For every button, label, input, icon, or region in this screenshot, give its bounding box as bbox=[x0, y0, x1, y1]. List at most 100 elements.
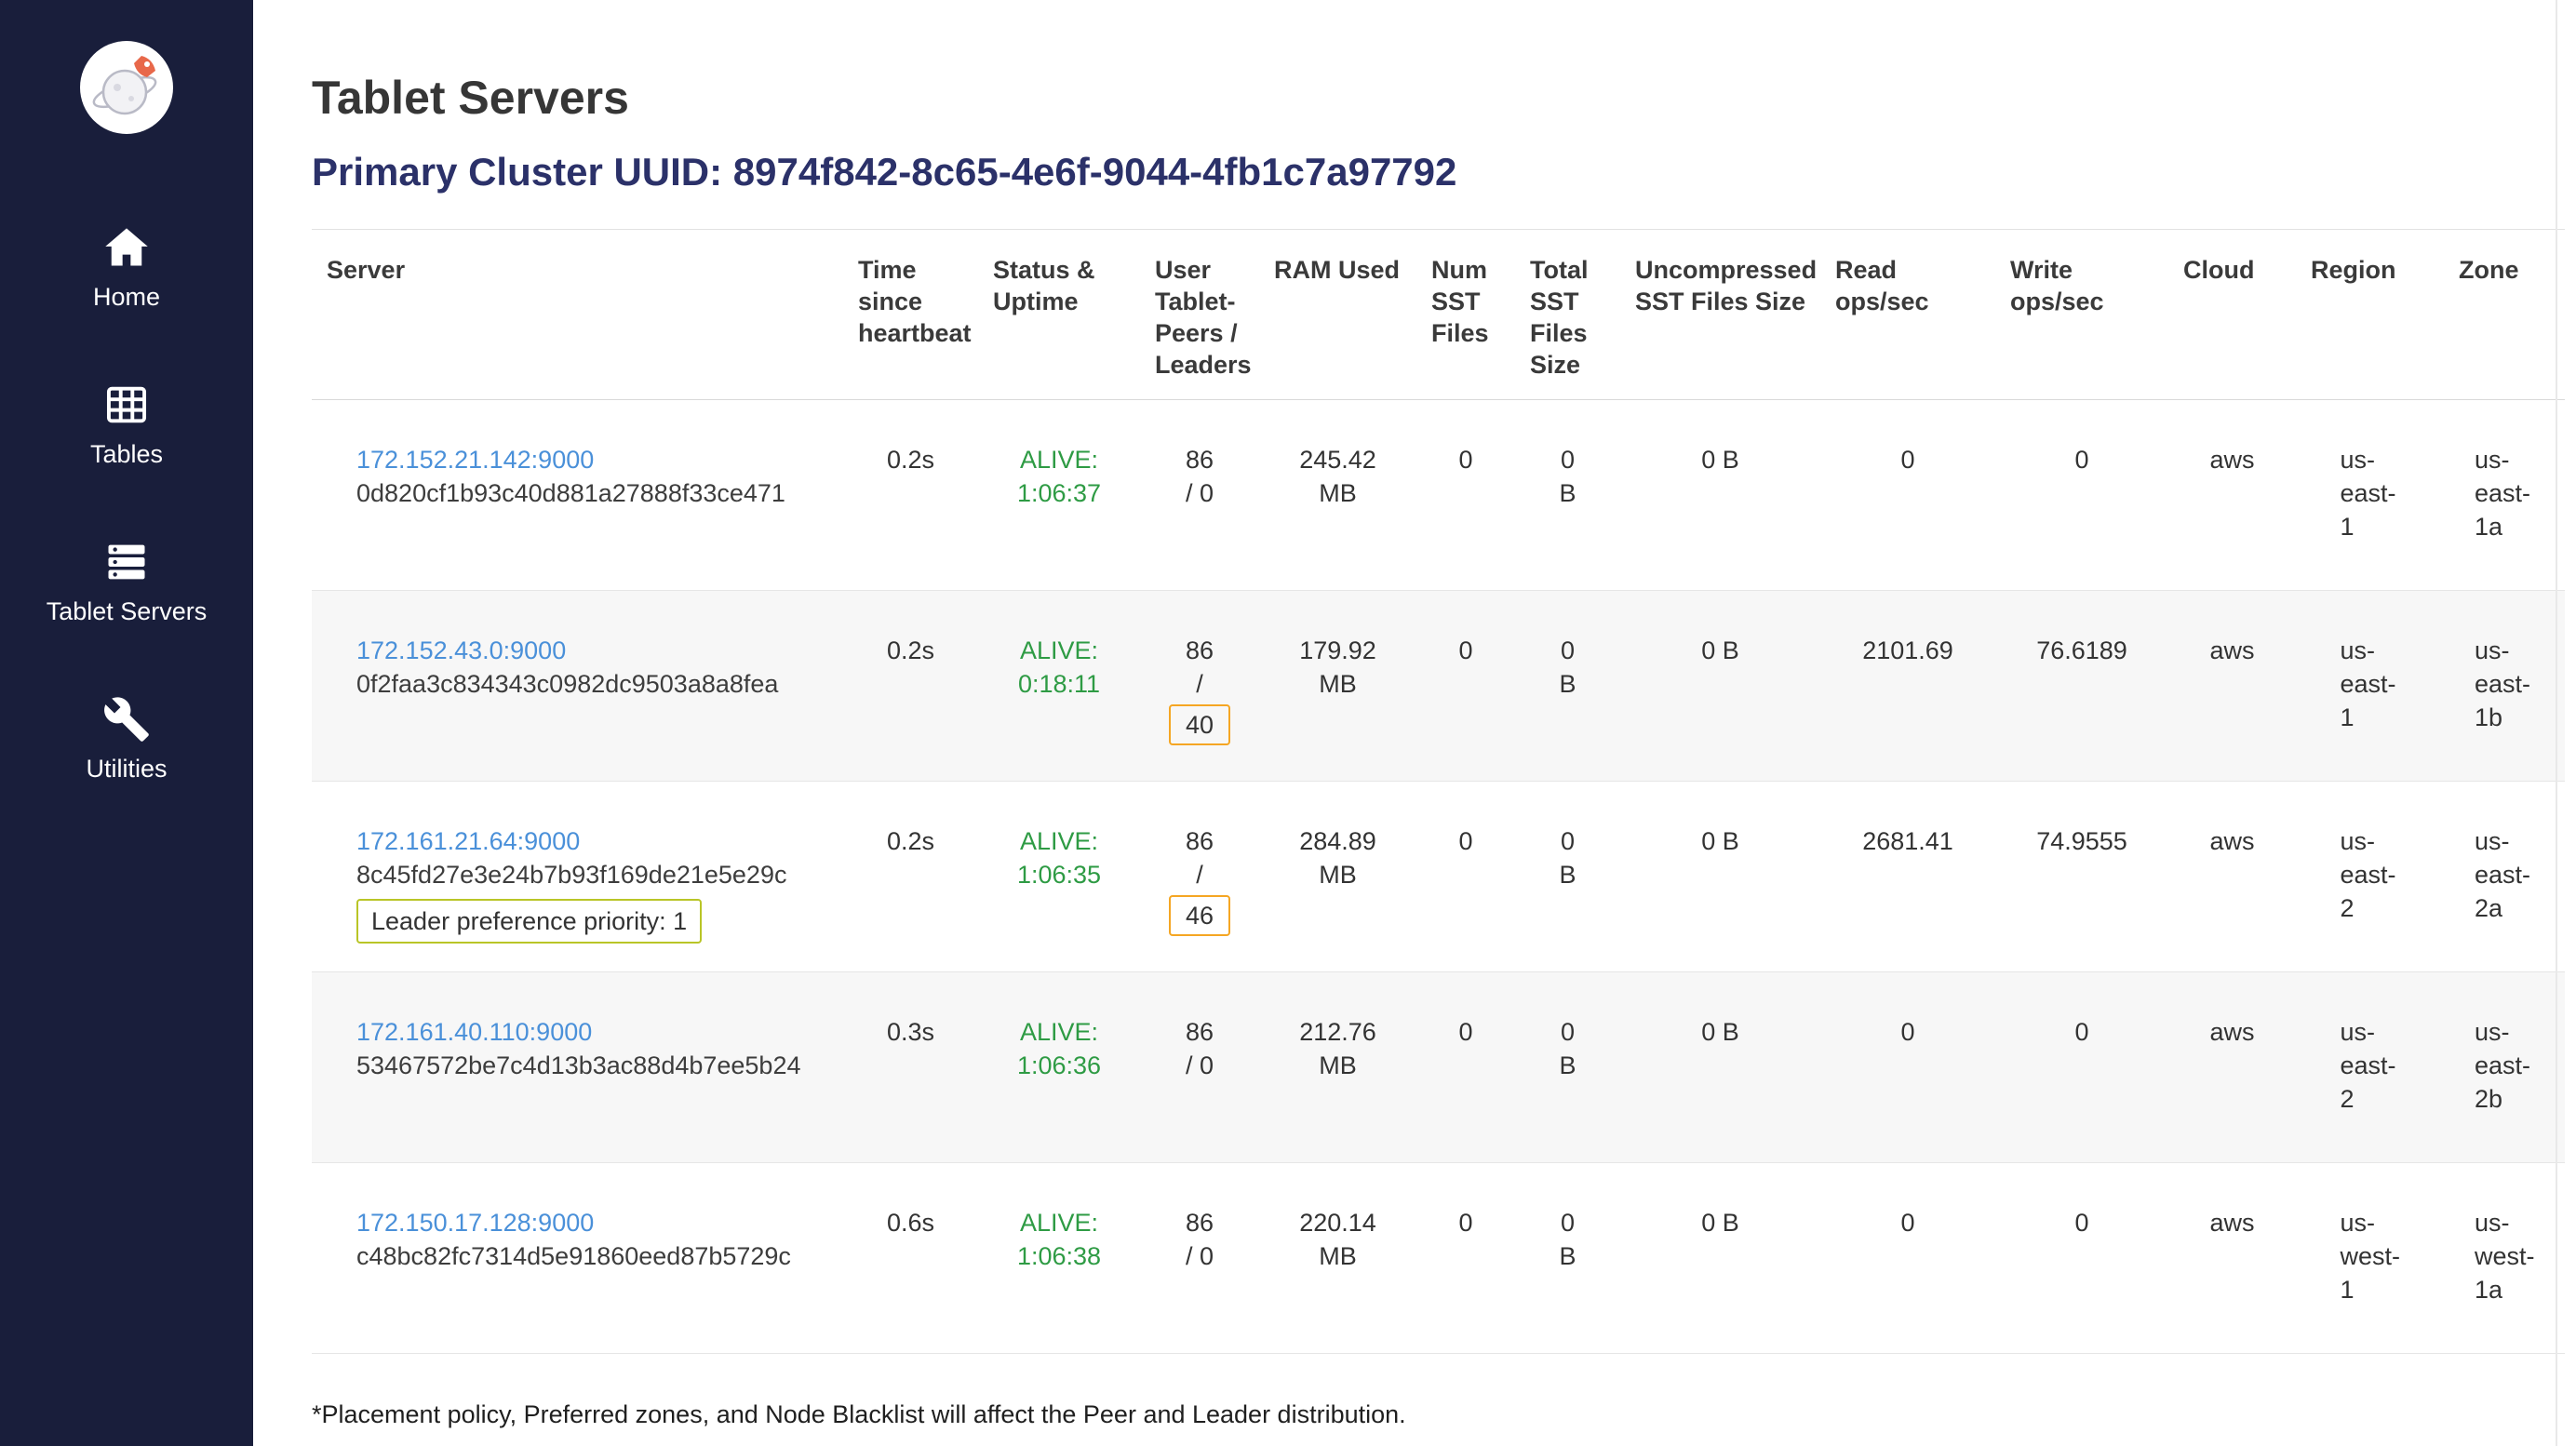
ram-used-cell: 245.42 MB bbox=[1259, 400, 1416, 591]
heartbeat-cell: 0.2s bbox=[843, 591, 978, 782]
home-icon bbox=[102, 223, 151, 272]
cloud-cell: aws bbox=[2168, 591, 2296, 782]
server-link[interactable]: 172.161.21.64:9000 bbox=[356, 824, 580, 858]
uncompressed-sst-size-cell: 0 B bbox=[1620, 972, 1820, 1163]
column-header-zone: Zone bbox=[2444, 230, 2565, 400]
ram-used-cell: 212.76 MB bbox=[1259, 972, 1416, 1163]
ram-value: 212.76 bbox=[1267, 1015, 1409, 1049]
status-cell: ALIVE: 1:06:38 bbox=[978, 1163, 1140, 1354]
ram-unit: MB bbox=[1267, 476, 1409, 510]
sidebar-item-tables[interactable]: Tables bbox=[47, 381, 208, 469]
total-sst-unit: B bbox=[1523, 1239, 1613, 1273]
leader-preference-badge: Leader preference priority: 1 bbox=[356, 899, 702, 944]
primary-cluster-uuid: Primary Cluster UUID: 8974f842-8c65-4e6f… bbox=[312, 149, 2556, 195]
cloud-cell: aws bbox=[2168, 972, 2296, 1163]
leaders-plain: / 0 bbox=[1147, 476, 1252, 510]
peers-cell: 86 / 46 bbox=[1140, 782, 1259, 972]
ram-value: 179.92 bbox=[1267, 634, 1409, 667]
uncompressed-sst-size-cell: 0 B bbox=[1620, 782, 1820, 972]
sidebar-item-label: Tables bbox=[90, 440, 163, 469]
sidebar: Home Tables Tablet S bbox=[0, 0, 253, 1446]
server-cell: 172.150.17.128:9000 c48bc82fc7314d5e9186… bbox=[312, 1163, 843, 1354]
cloud-cell: aws bbox=[2168, 1163, 2296, 1354]
zone-value: us-west-1a bbox=[2475, 1206, 2534, 1306]
peers-count: 86 bbox=[1147, 1206, 1252, 1239]
total-sst-unit: B bbox=[1523, 476, 1613, 510]
server-cell: 172.161.40.110:9000 53467572be7c4d13b3ac… bbox=[312, 972, 843, 1163]
leaders-plain: / 0 bbox=[1147, 1049, 1252, 1082]
num-sst-files-cell: 0 bbox=[1416, 1163, 1515, 1354]
read-ops-cell: 2681.41 bbox=[1820, 782, 1995, 972]
sidebar-item-home[interactable]: Home bbox=[47, 223, 208, 312]
status-label: ALIVE: bbox=[986, 443, 1133, 476]
peers-separator: / bbox=[1147, 858, 1252, 891]
sidebar-item-utilities[interactable]: Utilities bbox=[47, 695, 208, 783]
table-header-row: Server Time since heartbeat Status & Upt… bbox=[312, 230, 2565, 400]
status-cell: ALIVE: 1:06:36 bbox=[978, 972, 1140, 1163]
status-label: ALIVE: bbox=[986, 1206, 1133, 1239]
zone-cell: us-west-1a bbox=[2444, 1163, 2565, 1354]
read-ops-cell: 2101.69 bbox=[1820, 591, 1995, 782]
utilities-icon bbox=[102, 695, 151, 743]
num-sst-files-cell: 0 bbox=[1416, 400, 1515, 591]
write-ops-cell: 0 bbox=[1995, 972, 2168, 1163]
region-value: us-east-1 bbox=[2341, 634, 2400, 734]
region-cell: us-east-1 bbox=[2296, 591, 2444, 782]
region-value: us-east-2 bbox=[2341, 824, 2400, 925]
total-sst-size-cell: 0 B bbox=[1515, 400, 1620, 591]
server-link[interactable]: 172.152.43.0:9000 bbox=[356, 634, 566, 667]
peers-separator: / bbox=[1186, 479, 1193, 507]
read-ops-cell: 0 bbox=[1820, 972, 1995, 1163]
app-logo-icon bbox=[80, 41, 173, 134]
write-ops-cell: 76.6189 bbox=[1995, 591, 2168, 782]
table-row: 172.152.43.0:9000 0f2faa3c834343c0982dc9… bbox=[312, 591, 2565, 782]
peers-count: 86 bbox=[1147, 634, 1252, 667]
ram-unit: MB bbox=[1267, 1239, 1409, 1273]
sidebar-item-label: Tablet Servers bbox=[47, 597, 208, 626]
leaders-count: 0 bbox=[1200, 1242, 1214, 1270]
cloud-cell: aws bbox=[2168, 400, 2296, 591]
peers-separator: / bbox=[1186, 1242, 1193, 1270]
scrollbar[interactable] bbox=[2556, 0, 2557, 1446]
sidebar-item-label: Home bbox=[93, 283, 160, 312]
placement-policy-note: *Placement policy, Preferred zones, and … bbox=[312, 1400, 2556, 1429]
uncompressed-sst-size-cell: 0 B bbox=[1620, 591, 1820, 782]
total-sst-size-cell: 0 B bbox=[1515, 1163, 1620, 1354]
ram-used-cell: 179.92 MB bbox=[1259, 591, 1416, 782]
heartbeat-cell: 0.6s bbox=[843, 1163, 978, 1354]
heartbeat-cell: 0.2s bbox=[843, 400, 978, 591]
uncompressed-sst-size-cell: 0 B bbox=[1620, 1163, 1820, 1354]
sidebar-item-tablet-servers[interactable]: Tablet Servers bbox=[47, 538, 208, 626]
num-sst-files-cell: 0 bbox=[1416, 972, 1515, 1163]
region-cell: us-east-2 bbox=[2296, 972, 2444, 1163]
status-label: ALIVE: bbox=[986, 634, 1133, 667]
column-header-heartbeat: Time since heartbeat bbox=[843, 230, 978, 400]
server-link[interactable]: 172.161.40.110:9000 bbox=[356, 1015, 592, 1049]
sidebar-item-label: Utilities bbox=[86, 755, 167, 783]
table-row: 172.152.21.142:9000 0d820cf1b93c40d881a2… bbox=[312, 400, 2565, 591]
column-header-uncompressed-sst: Uncompressed SST Files Size bbox=[1620, 230, 1820, 400]
leaders-count-highlighted: 40 bbox=[1169, 704, 1230, 745]
region-cell: us-east-2 bbox=[2296, 782, 2444, 972]
ram-unit: MB bbox=[1267, 858, 1409, 891]
num-sst-files-cell: 0 bbox=[1416, 782, 1515, 972]
uptime-value: 0:18:11 bbox=[986, 667, 1133, 701]
read-ops-cell: 0 bbox=[1820, 400, 1995, 591]
peers-cell: 86 / 0 bbox=[1140, 972, 1259, 1163]
num-sst-files-cell: 0 bbox=[1416, 591, 1515, 782]
peers-cell: 86 / 40 bbox=[1140, 591, 1259, 782]
total-sst-unit: B bbox=[1523, 1049, 1613, 1082]
zone-value: us-east-1b bbox=[2475, 634, 2534, 734]
ram-value: 284.89 bbox=[1267, 824, 1409, 858]
server-uuid: 0d820cf1b93c40d881a27888f33ce471 bbox=[356, 476, 836, 510]
main-content: Tablet Servers Primary Cluster UUID: 897… bbox=[253, 0, 2576, 1446]
uptime-value: 1:06:35 bbox=[986, 858, 1133, 891]
peers-count: 86 bbox=[1147, 1015, 1252, 1049]
leaders-boxed: / 40 bbox=[1147, 667, 1252, 745]
server-link[interactable]: 172.152.21.142:9000 bbox=[356, 443, 594, 476]
server-link[interactable]: 172.150.17.128:9000 bbox=[356, 1206, 594, 1239]
server-cell: 172.152.21.142:9000 0d820cf1b93c40d881a2… bbox=[312, 400, 843, 591]
uptime-value: 1:06:36 bbox=[986, 1049, 1133, 1082]
page-title: Tablet Servers bbox=[312, 71, 2556, 125]
total-sst-size-cell: 0 B bbox=[1515, 782, 1620, 972]
